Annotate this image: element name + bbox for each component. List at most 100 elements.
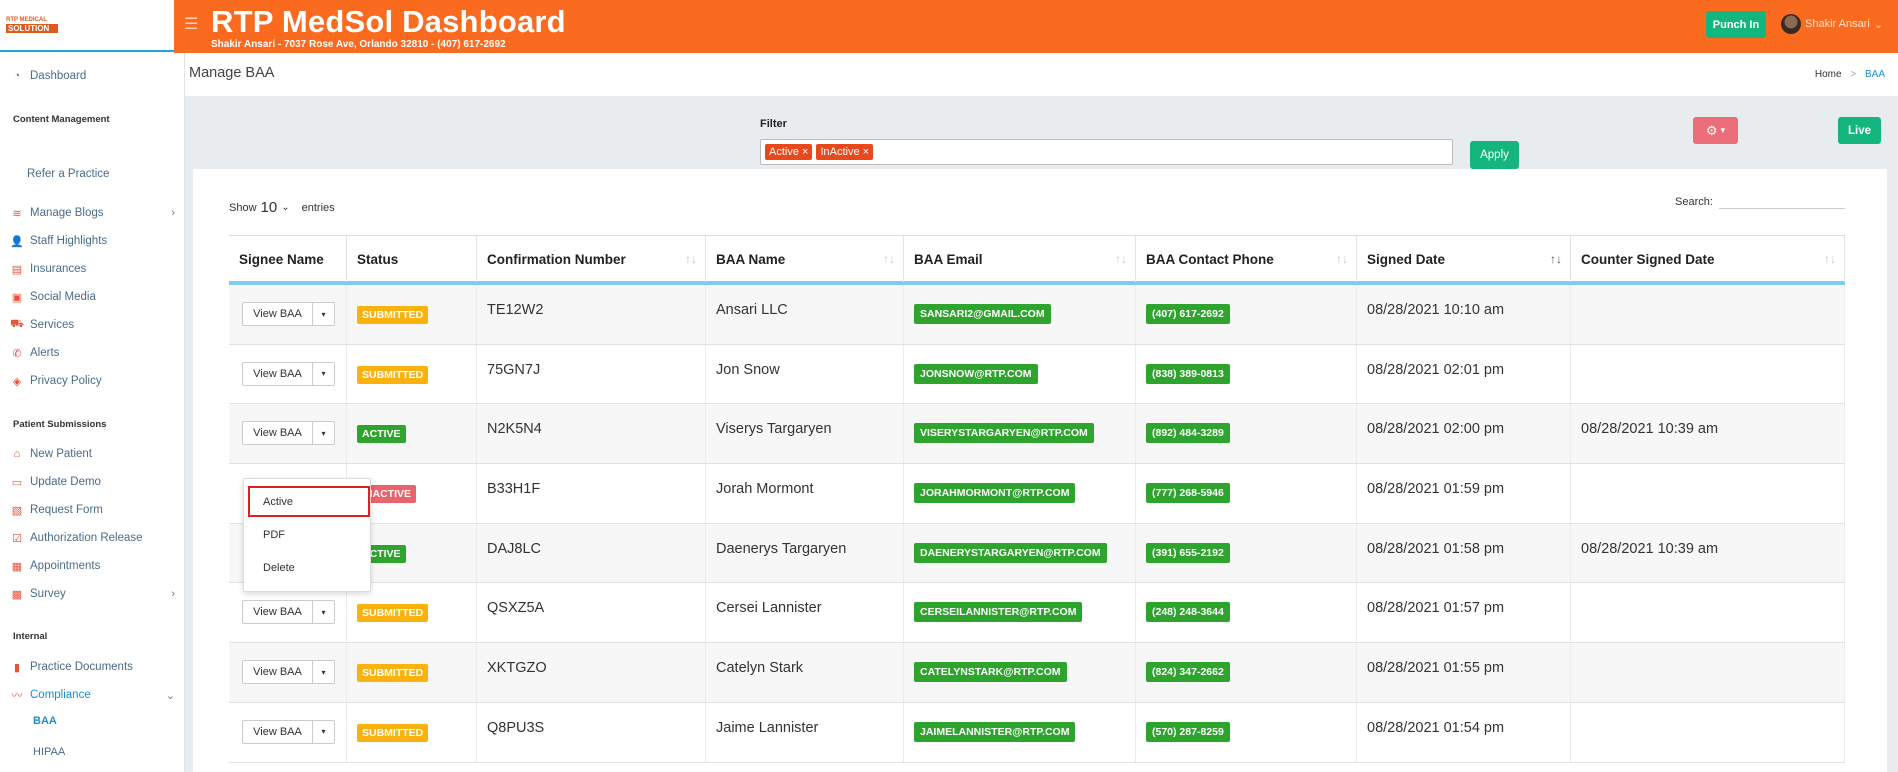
sidebar-item-dashboard[interactable]: ◔ Dashboard bbox=[10, 67, 175, 85]
chevron-right-icon: › bbox=[171, 588, 175, 600]
sidebar: RTP MEDICAL SOLUTION ◔ Dashboard Content… bbox=[0, 0, 185, 772]
sidebar-item-staff-highlights[interactable]: 👤 Staff Highlights bbox=[10, 232, 175, 250]
view-baa-button[interactable]: View BAA bbox=[243, 601, 313, 624]
shield-icon: ◈ bbox=[12, 375, 22, 388]
column-header[interactable]: Counter Signed Date ↑↓ bbox=[1571, 236, 1845, 282]
view-baa-button[interactable]: View BAA bbox=[243, 362, 313, 385]
sidebar-item-alerts[interactable]: ✆ Alerts bbox=[10, 344, 175, 362]
column-header[interactable]: BAA Name ↑↓ bbox=[706, 236, 904, 282]
sidebar-subitem-hipaa[interactable]: HIPAA bbox=[33, 746, 65, 758]
menu-item-delete[interactable]: Delete bbox=[263, 562, 295, 574]
sidebar-item-update-demo[interactable]: ▭ Update Demo bbox=[10, 473, 175, 491]
column-header[interactable]: BAA Contact Phone ↑↓ bbox=[1136, 236, 1357, 282]
confirmation-number: QSXZ5A bbox=[487, 600, 545, 617]
filter-chip-inactive[interactable]: InActive × bbox=[816, 144, 874, 160]
column-header[interactable]: BAA Email ↑↓ bbox=[904, 236, 1136, 282]
signed-date: 08/28/2021 01:54 pm bbox=[1367, 719, 1505, 736]
status-badge: ACTIVE bbox=[357, 425, 406, 444]
status-badge: SUBMITTED bbox=[357, 604, 429, 623]
sidebar-item-authorization-release[interactable]: ☑ Authorization Release bbox=[10, 529, 175, 547]
table-cell bbox=[1571, 464, 1845, 523]
table-cell: (838) 389-0813 bbox=[1136, 344, 1357, 404]
punch-in-button[interactable]: Punch In bbox=[1706, 11, 1766, 38]
folder-icon: ▮ bbox=[13, 661, 21, 674]
sidebar-item-label: New Patient bbox=[30, 448, 93, 460]
settings-dropdown-button[interactable]: ⚙ ▾ bbox=[1693, 117, 1738, 144]
chevron-down-icon: ⌄ bbox=[1873, 18, 1884, 31]
view-baa-button[interactable]: View BAA bbox=[243, 720, 313, 743]
table-header: Signee Name Status Confirmation Number ↑↓ BA… bbox=[229, 235, 1845, 285]
view-baa-button-group: View BAA ▾ bbox=[242, 719, 335, 744]
column-header[interactable]: Signee Name bbox=[229, 236, 347, 282]
hamburger-menu-icon[interactable]: ☰ bbox=[184, 14, 198, 34]
view-baa-button-group: View BAA ▾ bbox=[242, 302, 335, 326]
column-header[interactable]: Confirmation Number ↑↓ bbox=[477, 236, 706, 282]
sidebar-item-request-form[interactable]: ▧ Request Form bbox=[10, 501, 175, 519]
sidebar-item-privacy-policy[interactable]: ◈ Privacy Policy bbox=[10, 372, 175, 390]
sort-icon: ↑↓ bbox=[1336, 252, 1348, 266]
company-logo[interactable]: RTP MEDICAL SOLUTION bbox=[6, 15, 58, 35]
caret-down-icon[interactable]: ▾ bbox=[313, 303, 334, 325]
column-header[interactable]: Status bbox=[347, 236, 477, 282]
entries-select[interactable]: 10 bbox=[261, 199, 278, 216]
sidebar-item-services[interactable]: ⛟ Services bbox=[10, 316, 175, 334]
breadcrumb-home[interactable]: Home bbox=[1815, 69, 1842, 80]
email-badge: DAENERYSTARGARYEN@RTP.COM bbox=[914, 542, 1107, 563]
caret-down-icon[interactable]: ▾ bbox=[313, 422, 334, 444]
view-baa-button[interactable]: View BAA bbox=[243, 422, 313, 445]
menu-item-pdf[interactable]: PDF bbox=[263, 529, 285, 541]
table-cell: JAIMELANNISTER@RTP.COM bbox=[904, 702, 1136, 762]
caret-down-icon[interactable]: ▾ bbox=[313, 363, 334, 385]
chevron-down-icon[interactable]: ⌄ bbox=[281, 202, 289, 213]
chevron-right-icon: › bbox=[171, 207, 175, 219]
apply-button[interactable]: Apply bbox=[1470, 141, 1519, 169]
view-baa-button-group: View BAA ▾ bbox=[242, 421, 335, 446]
table-row: INACTIVE B33H1F Jorah Mormont JORAHMORMONT@… bbox=[229, 464, 1845, 524]
table-cell: View BAA ▾ bbox=[229, 344, 347, 404]
sidebar-item-compliance[interactable]: 〰 Compliance ⌄ bbox=[10, 686, 176, 704]
confirmation-number: B33H1F bbox=[487, 481, 541, 498]
menu-item-active[interactable]: Active bbox=[263, 496, 293, 508]
caret-down-icon[interactable]: ▾ bbox=[313, 661, 334, 683]
caret-down-icon[interactable]: ▾ bbox=[313, 721, 334, 743]
sort-icon: ↑↓ bbox=[1550, 252, 1562, 266]
sidebar-item-manage-blogs[interactable]: ≋ Manage Blogs › bbox=[10, 204, 175, 222]
signed-date: 08/28/2021 01:59 pm bbox=[1367, 481, 1505, 498]
table-cell: DAENERYSTARGARYEN@RTP.COM bbox=[904, 523, 1136, 583]
column-header[interactable]: Signed Date ↑↓ bbox=[1357, 236, 1571, 282]
sidebar-item-new-patient[interactable]: ⌂ New Patient bbox=[10, 445, 175, 463]
sidebar-item-label: Practice Documents bbox=[30, 661, 133, 673]
search-input[interactable] bbox=[1718, 195, 1845, 209]
user-menu[interactable]: Shakir Ansari ⌄ bbox=[1781, 14, 1883, 34]
filter-chip-active[interactable]: Active × bbox=[765, 144, 813, 160]
survey-icon: ▩ bbox=[11, 588, 23, 601]
sidebar-item-insurances[interactable]: ▤ Insurances bbox=[10, 260, 175, 278]
phone-badge: (892) 484-3289 bbox=[1146, 423, 1230, 444]
sidebar-item-label: Manage Blogs bbox=[30, 207, 104, 219]
status-badge: SUBMITTED bbox=[357, 664, 429, 683]
confirmation-number: TE12W2 bbox=[487, 302, 544, 318]
table-cell: Jon Snow bbox=[706, 344, 904, 404]
sidebar-item-refer[interactable]: Refer a Practice bbox=[27, 165, 192, 183]
sidebar-item-practice-documents[interactable]: ▮ Practice Documents bbox=[10, 658, 175, 676]
filter-input[interactable]: Active × InActive × bbox=[760, 139, 1453, 165]
sidebar-item-social-media[interactable]: ▣ Social Media bbox=[10, 288, 175, 306]
table-body: View BAA ▾ SUBMITTED TE12W2 Ansari LLC SANSAR… bbox=[229, 285, 1845, 763]
sidebar-subitem-baa[interactable]: BAA bbox=[33, 715, 57, 727]
baa-name: Viserys Targaryen bbox=[716, 421, 832, 438]
sidebar-item-appointments[interactable]: ▦ Appointments bbox=[10, 557, 175, 575]
table-cell: JORAHMORMONT@RTP.COM bbox=[904, 464, 1136, 523]
entries-length-control: Show 10 ⌄ entries bbox=[229, 199, 335, 216]
sidebar-item-label: Request Form bbox=[30, 504, 103, 516]
logo-area: RTP MEDICAL SOLUTION bbox=[0, 0, 184, 52]
caret-down-icon[interactable]: ▾ bbox=[313, 601, 334, 623]
chevron-down-icon: ⌄ bbox=[165, 689, 175, 702]
email-badge: JONSNOW@RTP.COM bbox=[914, 363, 1038, 384]
view-baa-button[interactable]: View BAA bbox=[243, 661, 313, 684]
sidebar-item-survey[interactable]: ▩ Survey › bbox=[10, 585, 175, 603]
sort-icon: ↑↓ bbox=[1824, 252, 1836, 266]
live-button[interactable]: Live bbox=[1838, 117, 1881, 144]
view-baa-button[interactable]: View BAA bbox=[243, 303, 313, 325]
caret-down-icon: ▾ bbox=[1720, 125, 1726, 135]
show-label: Show bbox=[229, 201, 257, 214]
